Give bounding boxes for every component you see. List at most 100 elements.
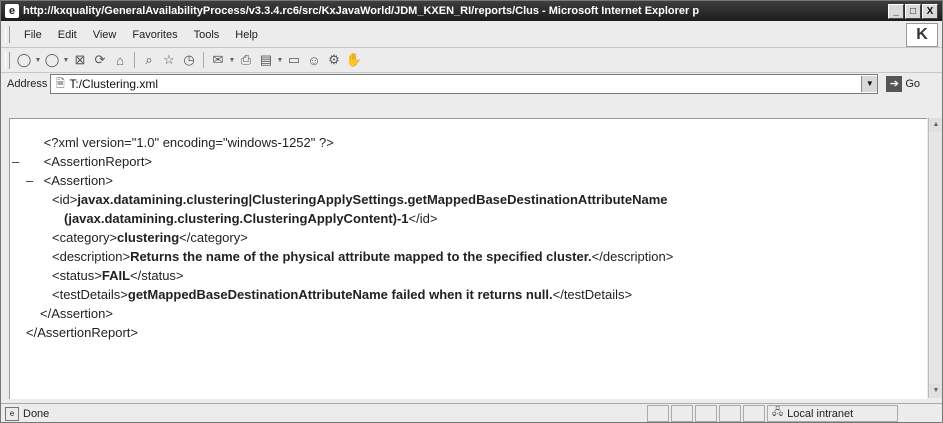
menu-edit[interactable]: Edit: [50, 29, 85, 41]
assertion-report-open-tag: <AssertionReport>: [43, 154, 153, 169]
search-icon[interactable]: ⌕: [139, 52, 159, 68]
xml-declaration: <?xml version="1.0" encoding="windows-12…: [43, 135, 334, 150]
assertion-report-close-tag: </AssertionReport>: [26, 325, 139, 340]
messenger-icon[interactable]: ☺: [304, 53, 324, 68]
assertion-open-tag: <Assertion>: [43, 173, 113, 188]
menu-file[interactable]: File: [16, 29, 50, 41]
assertion-open-row: – <Assertion>: [26, 171, 673, 190]
standard-toolbar: ◯ ▼ ◯ ▼ ⊠ ⟳ ⌂ ⌕ ☆ ◷ ✉ ▼ ⎙ ▤ ▼ ▭ ☺ ⚙ ✋: [1, 48, 942, 73]
id-value-line2: (javax.datamining.clustering.ClusteringA…: [64, 211, 409, 226]
brand-logo: K: [906, 22, 938, 47]
xml-tree: <?xml version="1.0" encoding="windows-12…: [12, 133, 673, 342]
status-panel: [647, 405, 669, 422]
menu-grip[interactable]: [5, 26, 10, 43]
window-controls: _ □ X: [888, 3, 938, 19]
collapse-toggle[interactable]: –: [26, 171, 40, 190]
internet-explorer-icon: e: [5, 4, 19, 18]
browser-window: e http://kxquality/GeneralAvailabilityPr…: [0, 0, 943, 423]
assertion-report-open-row: – <AssertionReport>: [12, 152, 673, 171]
window-title: http://kxquality/GeneralAvailabilityProc…: [23, 5, 700, 17]
vertical-scrollbar[interactable]: ▲ ▼: [928, 118, 942, 398]
history-icon[interactable]: ◷: [179, 52, 199, 68]
favorites-icon[interactable]: ☆: [159, 52, 179, 68]
menu-favorites[interactable]: Favorites: [124, 29, 185, 41]
category-open-tag: <category>: [52, 230, 118, 245]
menu-view[interactable]: View: [85, 29, 125, 41]
assertion-report-close-row: </AssertionReport>: [26, 323, 673, 342]
home-icon[interactable]: ⌂: [110, 53, 130, 68]
maximize-button[interactable]: □: [905, 3, 921, 19]
category-row: <category>clustering</category>: [52, 228, 673, 247]
pan-icon[interactable]: ✋: [344, 52, 364, 68]
status-panel: [671, 405, 693, 422]
category-value: clustering: [117, 230, 180, 245]
status-panel: [743, 405, 765, 422]
title-bar: e http://kxquality/GeneralAvailabilityPr…: [1, 1, 942, 21]
description-value: Returns the name of the physical attribu…: [130, 249, 592, 264]
page-icon: 🗎: [55, 77, 65, 90]
description-row: <description>Returns the name of the phy…: [52, 247, 673, 266]
menu-bar: File Edit View Favorites Tools Help K: [1, 22, 942, 48]
scroll-up-icon[interactable]: ▲: [929, 118, 942, 132]
status-value: FAIL: [101, 268, 131, 283]
status-text-area: e Done: [1, 406, 645, 421]
address-bar: Address 🗎 ▼ ➔ Go: [1, 73, 942, 95]
address-input[interactable]: [69, 77, 862, 91]
collapse-toggle[interactable]: –: [12, 152, 26, 171]
forward-icon[interactable]: ◯: [42, 52, 62, 68]
minimize-button[interactable]: _: [888, 3, 904, 19]
status-text: Done: [23, 407, 50, 420]
status-panel: [695, 405, 717, 422]
stop-icon[interactable]: ⊠: [70, 52, 90, 68]
address-dropdown-icon[interactable]: ▼: [861, 76, 878, 92]
status-row: <status>FAIL</status>: [52, 266, 673, 285]
description-open-tag: <description>: [52, 249, 131, 264]
id-open-tag: <id>: [52, 192, 78, 207]
refresh-icon[interactable]: ⟳: [90, 52, 110, 68]
research-icon[interactable]: ⚙: [324, 52, 344, 68]
mail-dropdown-icon[interactable]: ▼: [228, 57, 236, 64]
mail-icon[interactable]: ✉: [208, 52, 228, 68]
assertion-close-row: </Assertion>: [40, 304, 673, 323]
back-icon[interactable]: ◯: [14, 52, 34, 68]
test-details-close-tag: </testDetails>: [552, 287, 633, 302]
status-close-tag: </status>: [130, 268, 184, 283]
id-continuation-row: (javax.datamining.clustering.ClusteringA…: [64, 209, 673, 228]
scroll-down-icon[interactable]: ▼: [929, 384, 942, 398]
zone-label: Local intranet: [787, 407, 854, 420]
id-value-line1: javax.datamining.clustering|ClusteringAp…: [77, 192, 668, 207]
xml-declaration-row: <?xml version="1.0" encoding="windows-12…: [26, 133, 673, 152]
id-row: <id>javax.datamining.clustering|Clusteri…: [52, 190, 673, 209]
id-close-tag: </id>: [408, 211, 438, 226]
page-status-icon: e: [5, 406, 19, 421]
go-arrow-icon: ➔: [886, 76, 903, 92]
address-label: Address: [7, 78, 48, 90]
forward-dropdown-icon[interactable]: ▼: [62, 57, 70, 64]
document-view[interactable]: <?xml version="1.0" encoding="windows-12…: [9, 118, 927, 399]
test-details-value: getMappedBaseDestinationAttributeName fa…: [127, 287, 553, 302]
print-icon[interactable]: ⎙: [236, 52, 256, 68]
toolbar-separator: [203, 52, 204, 68]
address-field[interactable]: 🗎 ▼: [50, 74, 879, 94]
toolbar-separator: [134, 52, 135, 68]
go-button[interactable]: ➔ Go: [886, 76, 920, 92]
status-bar: e Done 🖧 Local intranet: [1, 403, 942, 422]
security-zone[interactable]: 🖧 Local intranet: [767, 405, 898, 422]
back-dropdown-icon[interactable]: ▼: [34, 57, 42, 64]
edit-dropdown-icon[interactable]: ▼: [276, 57, 284, 64]
intranet-icon: 🖧: [772, 407, 784, 418]
status-open-tag: <status>: [52, 268, 102, 283]
test-details-row: <testDetails>getMappedBaseDestinationAtt…: [52, 285, 673, 304]
menu-tools[interactable]: Tools: [186, 29, 228, 41]
status-panel: [719, 405, 741, 422]
test-details-open-tag: <testDetails>: [52, 287, 128, 302]
category-close-tag: </category>: [179, 230, 248, 245]
assertion-close-tag: </Assertion>: [40, 306, 113, 321]
discuss-icon[interactable]: ▭: [284, 52, 304, 68]
go-label: Go: [905, 78, 921, 90]
menu-help[interactable]: Help: [227, 29, 266, 41]
description-close-tag: </description>: [591, 249, 674, 264]
edit-icon[interactable]: ▤: [256, 52, 276, 68]
close-button[interactable]: X: [922, 3, 938, 19]
toolbar-grip[interactable]: [5, 51, 10, 69]
